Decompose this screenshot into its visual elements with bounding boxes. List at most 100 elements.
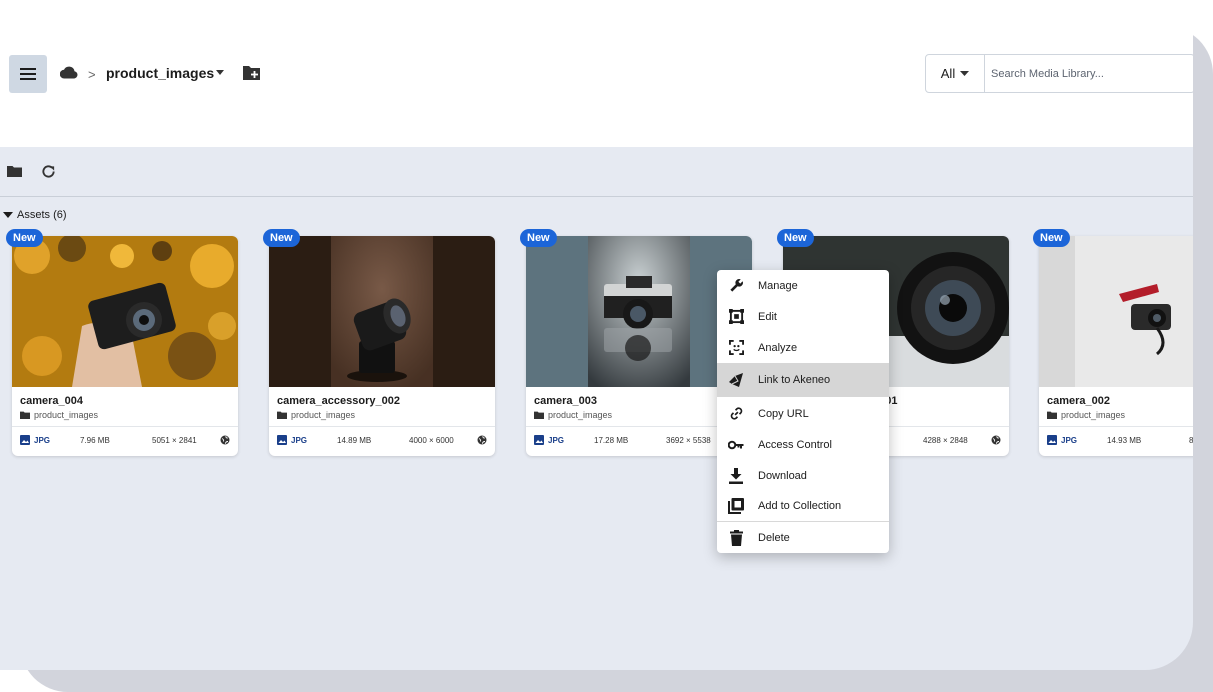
hamburger-menu-button[interactable]: [9, 55, 47, 93]
asset-context-menu: Manage Edit Analyze Link to Akeneo Copy …: [717, 270, 889, 553]
asset-format: JPG: [277, 435, 307, 445]
search-type-dropdown[interactable]: All: [926, 55, 985, 92]
menu-item-analyze[interactable]: Analyze: [717, 332, 889, 363]
image-icon: [534, 435, 544, 445]
card-divider: [12, 426, 238, 427]
assets-section-header[interactable]: Assets (6): [3, 209, 67, 221]
globe-icon: [220, 435, 230, 445]
search-bar: All: [925, 54, 1193, 93]
menu-item-label: Manage: [758, 279, 798, 292]
menu-item-label: Access Control: [758, 438, 832, 451]
asset-format: JPG: [20, 435, 50, 445]
key-icon: [728, 440, 744, 449]
asset-meta: JPG 14.89 MB 4000 × 6000: [277, 435, 489, 449]
camera-photo-image: [12, 236, 238, 387]
menu-item-label: Copy URL: [758, 407, 809, 420]
menu-item-label: Add to Collection: [758, 499, 842, 512]
folder-icon: [1047, 411, 1057, 419]
menu-item-label: Analyze: [758, 341, 798, 354]
breadcrumb-current-folder[interactable]: product_images: [106, 65, 214, 81]
hamburger-icon: [20, 68, 36, 80]
folder-icon[interactable]: [7, 165, 22, 177]
crop-icon: [728, 309, 744, 324]
menu-item-add-to-collection[interactable]: Add to Collection: [717, 490, 889, 521]
image-icon: [1047, 435, 1057, 445]
link-icon: [730, 407, 742, 420]
scan-icon: [728, 340, 744, 355]
asset-folder: product_images: [1047, 410, 1125, 420]
assets-section-title: Assets (6): [17, 209, 67, 221]
trash-icon: [729, 529, 743, 546]
new-badge: New: [777, 229, 814, 247]
asset-thumbnail: [269, 236, 495, 387]
asset-folder: product_images: [277, 410, 355, 420]
new-badge: New: [263, 229, 300, 247]
card-divider: [269, 426, 495, 427]
asset-folder-name: product_images: [1061, 410, 1126, 420]
menu-item-download[interactable]: Download: [717, 460, 889, 491]
menu-item-manage[interactable]: Manage: [717, 270, 889, 301]
asset-meta: JPG 17.28 MB 3692 × 5538: [534, 435, 746, 449]
media-library-window: > product_images All Assets (6) New: [0, 0, 1193, 670]
refresh-icon[interactable]: [41, 164, 56, 179]
cloud-icon[interactable]: [60, 66, 78, 79]
menu-item-label: Edit: [758, 310, 777, 323]
new-badge: New: [1033, 229, 1070, 247]
globe-icon: [477, 435, 487, 445]
wrench-icon: [729, 279, 743, 292]
new-badge: New: [520, 229, 557, 247]
caret-down-icon: [3, 212, 13, 218]
search-type-label: All: [940, 66, 956, 81]
asset-card[interactable]: New camera_accessory_002 product_images …: [263, 229, 495, 456]
asset-card[interactable]: New camera_002 product_images JPG 14.93 …: [1033, 229, 1193, 456]
asset-dimensions: 4000 × 6000: [409, 436, 454, 445]
asset-file-size: 14.89 MB: [337, 436, 372, 445]
asset-dimensions: 4288 × 2848: [923, 436, 968, 445]
akeneo-icon: [729, 373, 743, 387]
breadcrumb-separator: >: [88, 67, 96, 82]
search-input[interactable]: [985, 55, 1193, 92]
asset-meta: JPG 7.96 MB 5051 × 2841: [20, 435, 232, 449]
asset-dimensions: 3692 × 5538: [666, 436, 711, 445]
menu-item-delete[interactable]: Delete: [717, 522, 889, 553]
new-folder-icon[interactable]: [242, 65, 261, 81]
asset-thumbnail: [12, 236, 238, 387]
folder-icon: [534, 411, 544, 419]
new-badge: New: [6, 229, 43, 247]
folder-icon: [277, 411, 287, 419]
asset-card[interactable]: New camera_004 product_images JPG 7.96 M…: [6, 229, 238, 456]
asset-dimensions: 5051 × 2841: [152, 436, 197, 445]
menu-item-label: Link to Akeneo: [758, 374, 831, 386]
asset-name: camera_004: [20, 395, 84, 407]
asset-file-size: 17.28 MB: [594, 436, 629, 445]
image-icon: [277, 435, 287, 445]
asset-file-size: 7.96 MB: [80, 436, 110, 445]
menu-item-access-control[interactable]: Access Control: [717, 429, 889, 460]
folder-icon: [20, 411, 30, 419]
menu-item-copy-url[interactable]: Copy URL: [717, 398, 889, 429]
asset-name: camera_accessory_002: [277, 395, 400, 407]
asset-folder-name: product_images: [291, 410, 356, 420]
menu-item-link-to-akeneo[interactable]: Link to Akeneo: [717, 363, 889, 397]
asset-format: JPG: [534, 435, 564, 445]
asset-folder: product_images: [20, 410, 98, 420]
asset-name: camera_003: [534, 395, 598, 407]
menu-item-edit[interactable]: Edit: [717, 301, 889, 332]
asset-folder: product_images: [534, 410, 612, 420]
red-strap-camera-photo-image: [1039, 236, 1193, 387]
card-divider: [1039, 426, 1193, 427]
asset-format: JPG: [1047, 435, 1077, 445]
header-bar: > product_images All: [0, 0, 1193, 147]
menu-item-label: Delete: [758, 531, 790, 544]
asset-file-size: 14.93 MB: [1107, 436, 1142, 445]
menu-item-label: Download: [758, 469, 807, 482]
caret-down-icon: [960, 71, 970, 76]
download-icon: [729, 467, 743, 484]
globe-icon: [991, 435, 1001, 445]
caret-down-icon[interactable]: [215, 70, 225, 76]
asset-thumbnail: [1039, 236, 1193, 387]
asset-folder-name: product_images: [34, 410, 99, 420]
collection-icon: [728, 497, 744, 514]
asset-name: camera_002: [1047, 395, 1111, 407]
image-icon: [20, 435, 30, 445]
